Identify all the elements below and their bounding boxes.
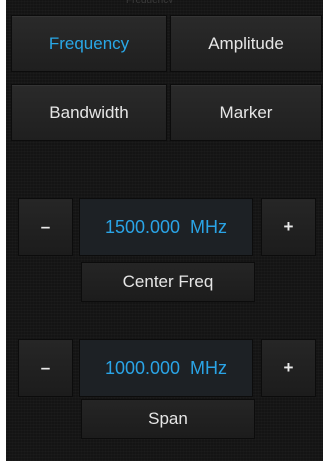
span-value-input[interactable]: 1000.000 MHz — [79, 339, 253, 397]
plus-icon: + — [283, 217, 294, 236]
center-freq-value-input[interactable]: 1500.000 MHz — [79, 198, 253, 256]
center-freq-label: Center Freq — [81, 262, 255, 302]
span-label-text: Span — [148, 409, 188, 428]
clipped-header-text: Frequency — [126, 0, 246, 3]
span-decrement-button[interactable]: – — [18, 339, 73, 397]
center-freq-increment-button[interactable]: + — [261, 198, 316, 256]
center-freq-decrement-button[interactable]: – — [18, 198, 73, 256]
minus-icon: – — [40, 358, 51, 377]
tab-frequency[interactable]: Frequency — [11, 15, 167, 72]
tab-amplitude[interactable]: Amplitude — [170, 15, 322, 72]
tab-amplitude-label: Amplitude — [208, 33, 284, 53]
tab-bandwidth[interactable]: Bandwidth — [11, 84, 167, 141]
center-freq-label-text: Center Freq — [122, 272, 214, 291]
tab-marker-label: Marker — [219, 102, 273, 122]
tab-marker[interactable]: Marker — [170, 84, 322, 141]
span-value: 1000.000 MHz — [104, 357, 228, 378]
minus-icon: – — [40, 217, 51, 236]
span-increment-button[interactable]: + — [261, 339, 316, 397]
tab-bandwidth-label: Bandwidth — [49, 102, 129, 122]
tab-frequency-label: Frequency — [48, 33, 130, 53]
frequency-control-panel: Frequency Frequency Amplitude Bandwidth … — [6, 0, 323, 461]
center-freq-value: 1500.000 MHz — [104, 216, 228, 237]
span-label: Span — [81, 399, 255, 439]
plus-icon: + — [283, 358, 294, 377]
